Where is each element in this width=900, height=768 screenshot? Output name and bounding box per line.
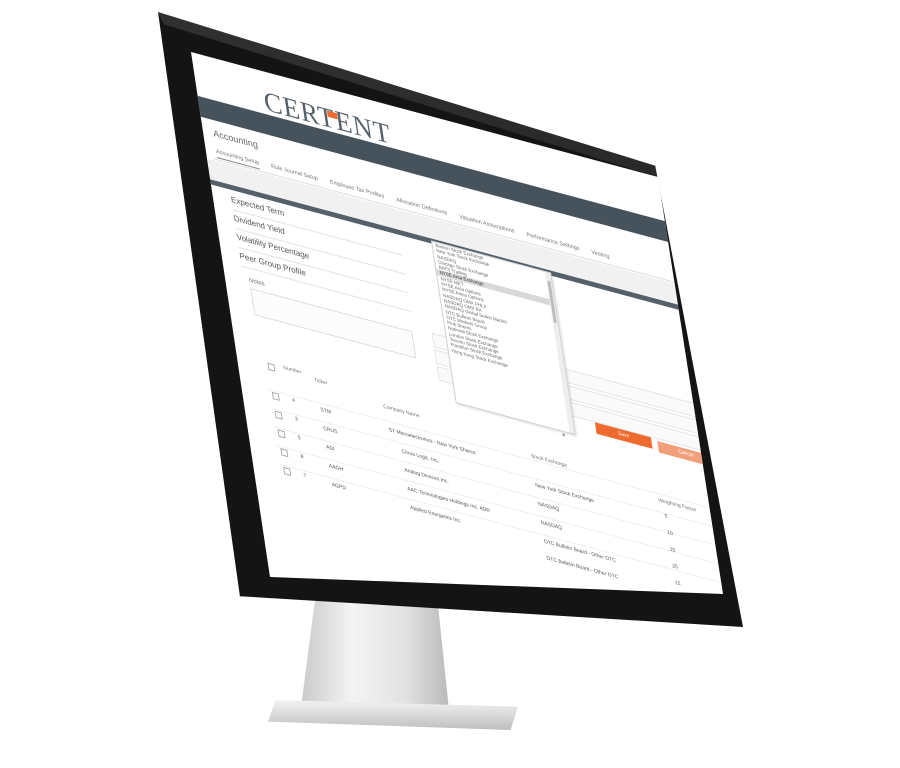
row-checkbox[interactable] [283, 466, 292, 476]
cell-company: Analog Devices Inc. [404, 467, 450, 486]
cell-ticker: CRUS [322, 425, 339, 436]
monitor-stand-base [268, 700, 518, 730]
cell-weight: 15 [669, 546, 676, 555]
col-header-company[interactable]: Company Name [383, 404, 420, 420]
col-header-ticker[interactable]: Ticker [314, 377, 328, 387]
cell-weight: 10 [666, 529, 674, 538]
col-header-number[interactable]: Number [283, 365, 302, 376]
cell-number: 3 [294, 415, 299, 423]
row-divider [278, 463, 723, 594]
notes-label: Notes [248, 277, 266, 289]
cell-company: Applied Energetics Inc. [409, 504, 462, 525]
col-header-weight[interactable]: Weighting Factor [658, 497, 697, 513]
chevron-right-icon: › [729, 430, 734, 441]
cell-ticker: AAGH [328, 462, 344, 474]
page-title: Accounting [212, 127, 259, 151]
cell-ticker: ADI [325, 444, 336, 453]
row-checkbox[interactable] [274, 410, 283, 420]
select-all-checkbox[interactable] [267, 362, 276, 372]
table-scrollbar[interactable] [746, 505, 777, 683]
row-checkbox[interactable] [271, 391, 280, 401]
cell-number: 8 [300, 453, 305, 461]
cell-ticker: STM [320, 406, 332, 416]
cell-ticker: AGPD [331, 481, 347, 492]
cell-number: 4 [291, 397, 296, 405]
chevron-right-icon: › [727, 413, 732, 424]
cell-number: 7 [303, 472, 307, 480]
chevron-down-icon[interactable]: ▾ [562, 431, 566, 439]
row-checkbox[interactable] [277, 429, 286, 439]
apply-small-button[interactable] [699, 392, 723, 405]
cell-number: 5 [297, 434, 302, 442]
row-checkbox[interactable] [280, 448, 289, 458]
cell-weight: 15 [674, 579, 681, 588]
app-window: CERTENT Accounting Accounting Setup Rule… [194, 58, 777, 683]
cell-weight: 5 [664, 512, 668, 520]
chevron-right-icon: › [732, 447, 737, 458]
